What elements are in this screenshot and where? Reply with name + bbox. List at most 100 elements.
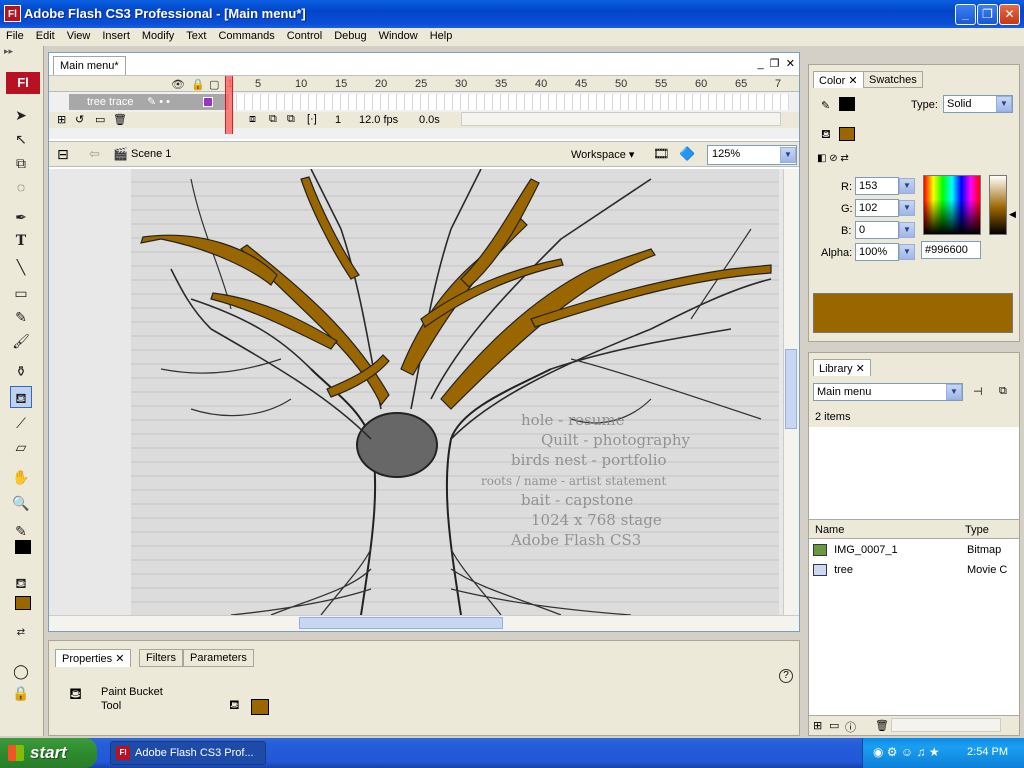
fill-color-swatch[interactable] [15, 596, 31, 610]
tab-filters[interactable]: Filters [139, 649, 183, 667]
timeline-toggle-icon[interactable]: ⊟ [57, 146, 69, 163]
lasso-tool-icon[interactable]: ◌ [10, 176, 32, 198]
edit-symbols-icon[interactable]: 🔷 [679, 146, 695, 162]
properties-icon[interactable]: ⓘ [845, 719, 856, 735]
brush-tool-icon[interactable]: 🖌 [10, 330, 32, 352]
zoom-select[interactable]: 125% ▼ [707, 145, 797, 165]
eraser-tool-icon[interactable]: ▱ [10, 436, 32, 458]
tab-properties[interactable]: Properties ✕ [55, 649, 132, 667]
maximize-button[interactable]: ❐ [977, 4, 998, 25]
col-name[interactable]: Name [815, 524, 844, 536]
menu-window[interactable]: Window [373, 28, 424, 42]
menu-control[interactable]: Control [281, 28, 328, 42]
stage-vscroll-thumb[interactable] [785, 349, 797, 429]
layer-outline-color-icon[interactable] [203, 97, 213, 107]
type-select[interactable]: Solid ▼ [943, 95, 1013, 113]
panel-grip-icon[interactable]: ▸▸ [0, 46, 43, 58]
library-hscroll[interactable] [891, 718, 1001, 732]
col-type[interactable]: Type [965, 524, 989, 536]
stage-artwork[interactable]: hole - resume Quilt - photography birds … [131, 169, 779, 615]
onion-skin-icon[interactable]: ⧉ [269, 113, 277, 126]
brightness-slider[interactable] [989, 175, 1007, 235]
edit-multiple-frames-icon[interactable]: [·] [307, 113, 317, 125]
tab-parameters[interactable]: Parameters [183, 649, 254, 667]
swap-colors-icon[interactable]: ⇄ [10, 622, 32, 644]
tab-library[interactable]: Library ✕ [813, 359, 871, 376]
tab-swatches[interactable]: Swatches [863, 71, 923, 88]
edit-scene-icon[interactable]: 🎞 [653, 146, 670, 162]
snap-to-objects-icon[interactable]: ◯ [10, 660, 32, 682]
chevron-down-icon[interactable]: ▼ [946, 384, 962, 400]
paint-bucket-tool-icon[interactable]: ⛾ [10, 386, 32, 408]
b-slider-arrow[interactable]: ▼ [899, 222, 915, 238]
b-input[interactable]: 0 [855, 221, 899, 239]
stage-vscroll[interactable] [783, 169, 799, 617]
minimize-button[interactable]: _ [955, 4, 976, 25]
alpha-input[interactable]: 100% [855, 243, 899, 261]
subselection-tool-icon[interactable]: ↖ [10, 128, 32, 150]
menu-insert[interactable]: Insert [96, 28, 136, 42]
rectangle-tool-icon[interactable]: ▭ [10, 282, 32, 304]
new-library-icon[interactable]: ⧉ [999, 385, 1007, 398]
workspace-menu[interactable]: Workspace ▾ [571, 148, 634, 161]
taskbar-item-flash[interactable]: Fl Adobe Flash CS3 Prof... [110, 741, 266, 765]
document-tab[interactable]: Main menu* [53, 56, 126, 76]
color-spectrum[interactable] [923, 175, 981, 235]
lock-fill-icon[interactable]: 🔒 [10, 682, 32, 704]
chevron-down-icon[interactable]: ▼ [996, 96, 1012, 112]
help-icon[interactable]: ? [779, 669, 793, 683]
close-button[interactable]: ✕ [999, 4, 1020, 25]
menu-modify[interactable]: Modify [136, 28, 180, 42]
new-folder-icon[interactable]: ▭ [829, 719, 839, 732]
line-tool-icon[interactable]: ╲ [10, 256, 32, 278]
menu-commands[interactable]: Commands [212, 28, 280, 42]
timeline-hscroll[interactable] [461, 112, 781, 126]
menu-edit[interactable]: Edit [30, 28, 61, 42]
insert-layer-icon[interactable]: ⊞ [57, 113, 66, 126]
ink-bottle-tool-icon[interactable]: ⚱ [10, 360, 32, 382]
add-motion-guide-icon[interactable]: ↺ [75, 113, 84, 126]
start-button[interactable]: start [0, 738, 97, 768]
frame-rate[interactable]: 12.0 fps [359, 114, 398, 126]
hex-input[interactable]: #996600 [921, 241, 981, 259]
center-frame-icon[interactable]: ⧈ [249, 113, 256, 126]
menu-help[interactable]: Help [424, 28, 459, 42]
layer-row-tree-trace[interactable]: tree trace ✎ • • [69, 94, 229, 110]
menu-text[interactable]: Text [180, 28, 212, 42]
stage-hscroll[interactable] [49, 615, 799, 631]
layer-frames[interactable] [229, 94, 789, 110]
zoom-tool-icon[interactable]: 🔍 [10, 492, 32, 514]
r-input[interactable]: 153 [855, 177, 899, 195]
menu-file[interactable]: File [0, 28, 30, 42]
insert-folder-icon[interactable]: ▭ [95, 113, 105, 126]
doc-minimize-icon[interactable]: _ [758, 58, 764, 70]
selection-tool-icon[interactable]: ➤ [10, 104, 32, 126]
color-stroke-swatch[interactable] [839, 97, 855, 111]
chevron-down-icon[interactable]: ▼ [780, 147, 796, 163]
stroke-color-swatch[interactable] [15, 540, 31, 554]
doc-close-icon[interactable]: ✕ [786, 58, 795, 70]
playhead[interactable] [225, 76, 233, 134]
text-tool-icon[interactable]: T [10, 230, 32, 252]
eyedropper-tool-icon[interactable]: ⟋ [10, 412, 32, 434]
doc-restore-icon[interactable]: ❐ [770, 58, 780, 70]
delete-icon[interactable]: 🗑 [875, 719, 889, 732]
menu-debug[interactable]: Debug [328, 28, 372, 42]
brightness-arrow-icon[interactable]: ◀ [1009, 209, 1016, 220]
delete-layer-icon[interactable]: 🗑 [113, 113, 127, 126]
hand-tool-icon[interactable]: ✋ [10, 466, 32, 488]
free-transform-tool-icon[interactable]: ⧉ [10, 152, 32, 174]
tray-icons[interactable]: ◉ ⚙ ☺ ♫ ★ [873, 745, 940, 759]
g-input[interactable]: 102 [855, 199, 899, 217]
tab-color[interactable]: Color ✕ [813, 71, 864, 88]
scene-label[interactable]: Scene 1 [131, 148, 171, 160]
library-document-select[interactable]: Main menu ▼ [813, 383, 963, 401]
stage[interactable]: hole - resume Quilt - photography birds … [49, 169, 783, 617]
library-item[interactable]: tree Movie C [813, 561, 1013, 579]
onion-outlines-icon[interactable]: ⧉ [287, 113, 295, 126]
menu-view[interactable]: View [61, 28, 97, 42]
g-slider-arrow[interactable]: ▼ [899, 200, 915, 216]
stage-hscroll-thumb[interactable] [299, 617, 503, 629]
outline-icon[interactable]: ▢ [209, 78, 219, 91]
r-slider-arrow[interactable]: ▼ [899, 178, 915, 194]
